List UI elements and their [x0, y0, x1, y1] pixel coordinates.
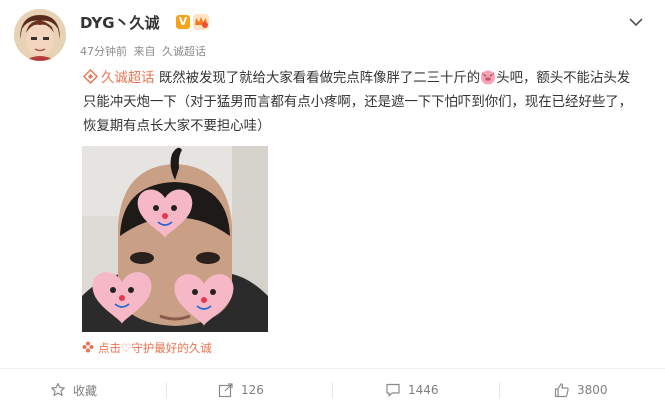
verified-icon: V — [176, 15, 190, 29]
comment-icon — [386, 383, 400, 397]
source-prefix: 来自 — [133, 45, 156, 58]
topic-icon — [83, 69, 98, 84]
photo-caption[interactable]: 点击♡守护最好的久诚 — [82, 340, 212, 356]
photo-caption-text: 点击♡守护最好的久诚 — [98, 341, 212, 355]
share-count: 126 — [241, 383, 264, 397]
like-count: 3800 — [577, 383, 608, 397]
post-time[interactable]: 47分钟前 — [80, 45, 127, 58]
favorite-button[interactable]: 收藏 — [50, 379, 97, 401]
post-photo[interactable] — [82, 146, 268, 332]
post-text: 久诚超话 既然被发现了就给大家看看做完点阵像胖了二三十斤的 头吧，额头不能沾头发只… — [83, 67, 643, 139]
post-meta: 47分钟前 来自 久诚超话 — [80, 43, 209, 59]
topic-label: 久诚超话 — [101, 71, 155, 86]
pig-emoji-icon — [480, 69, 496, 85]
avatar[interactable] — [14, 9, 66, 61]
flower-icon — [82, 341, 94, 353]
username[interactable]: DYG丶久诚 — [80, 12, 160, 33]
comment-button[interactable]: 1446 — [385, 379, 439, 401]
star-icon — [51, 382, 65, 396]
like-button[interactable]: 3800 — [554, 379, 608, 401]
weibo-post-card: DYG丶久诚 V 47分钟前 来自 久诚超话 久诚超话 既然被发现了就给大家看看… — [0, 0, 665, 411]
crown-icon — [193, 14, 209, 30]
divider — [332, 382, 333, 398]
divider — [499, 382, 500, 398]
action-bar: 收藏 126 1446 3800 — [0, 368, 665, 411]
favorite-label: 收藏 — [73, 383, 98, 398]
comment-count: 1446 — [408, 383, 439, 397]
thumbs-up-icon — [554, 383, 569, 398]
topic-link[interactable]: 久诚超话 — [83, 69, 155, 86]
share-icon — [218, 383, 233, 398]
source-link[interactable]: 久诚超话 — [162, 45, 206, 58]
post-text-part1: 既然被发现了就给大家看看做完点阵像胖了二三十斤的 — [158, 71, 481, 86]
divider — [166, 382, 167, 398]
chevron-down-icon[interactable] — [627, 13, 645, 27]
share-button[interactable]: 126 — [218, 379, 264, 401]
